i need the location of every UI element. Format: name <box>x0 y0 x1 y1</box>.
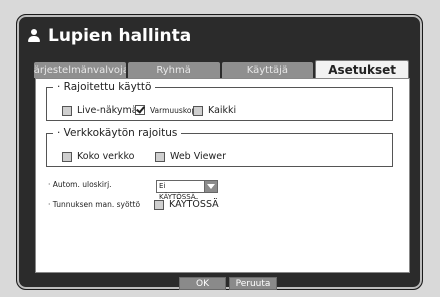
tab-group[interactable]: Ryhmä <box>127 62 220 78</box>
tab-settings[interactable]: Asetukset <box>315 60 409 79</box>
window-title: Lupien hallinta <box>48 26 192 46</box>
live-view-label: Live-näkymä <box>77 105 138 116</box>
auto-logout-value: Ei KÄYTÖSSÄ <box>156 180 205 201</box>
user-management-window: Lupien hallinta Järjestelmänvalvoja Ryhm… <box>16 14 423 290</box>
tab-bar: Järjestelmänvalvoja Ryhmä Käyttäjä Asetu… <box>34 60 409 79</box>
network-option-webviewer[interactable]: Web Viewer <box>155 151 226 162</box>
auto-logout-select[interactable]: Ei KÄYTÖSSÄ <box>156 180 218 201</box>
settings-panel: · Rajoitettu käyttö Live-näkymä Varmuusk… <box>35 78 410 273</box>
all-checkbox[interactable] <box>193 105 203 116</box>
tab-user[interactable]: Käyttäjä <box>221 62 314 78</box>
backup-checkbox[interactable] <box>135 105 145 115</box>
ok-button[interactable]: OK <box>179 277 226 290</box>
network-restriction-legend: · Verkkokäytön rajoitus <box>57 127 178 139</box>
window-titlebar: Lupien hallinta <box>27 21 412 51</box>
web-viewer-checkbox[interactable] <box>155 151 165 162</box>
full-network-label: Koko verkko <box>77 151 135 162</box>
restricted-option-live[interactable]: Live-näkymä <box>62 105 138 116</box>
person-icon <box>27 29 41 43</box>
manual-id-option-label: KÄYTÖSSÄ <box>169 199 219 210</box>
restricted-option-all[interactable]: Kaikki <box>193 105 236 116</box>
manual-id-checkbox[interactable] <box>154 199 164 210</box>
full-network-checkbox[interactable] <box>62 151 72 162</box>
auto-logout-label: · Autom. uloskirj. <box>48 180 112 189</box>
all-label: Kaikki <box>208 105 237 116</box>
web-viewer-label: Web Viewer <box>170 151 227 162</box>
live-view-checkbox[interactable] <box>62 105 72 116</box>
chevron-down-icon[interactable] <box>205 180 218 193</box>
cancel-button[interactable]: Peruuta <box>229 277 277 290</box>
restricted-access-legend: · Rajoitettu käyttö <box>57 81 152 93</box>
manual-id-option[interactable]: KÄYTÖSSÄ <box>154 199 219 210</box>
manual-id-label: · Tunnuksen man. syöttö <box>48 200 141 209</box>
network-option-full[interactable]: Koko verkko <box>62 151 134 162</box>
tab-administrator[interactable]: Järjestelmänvalvoja <box>34 62 126 78</box>
